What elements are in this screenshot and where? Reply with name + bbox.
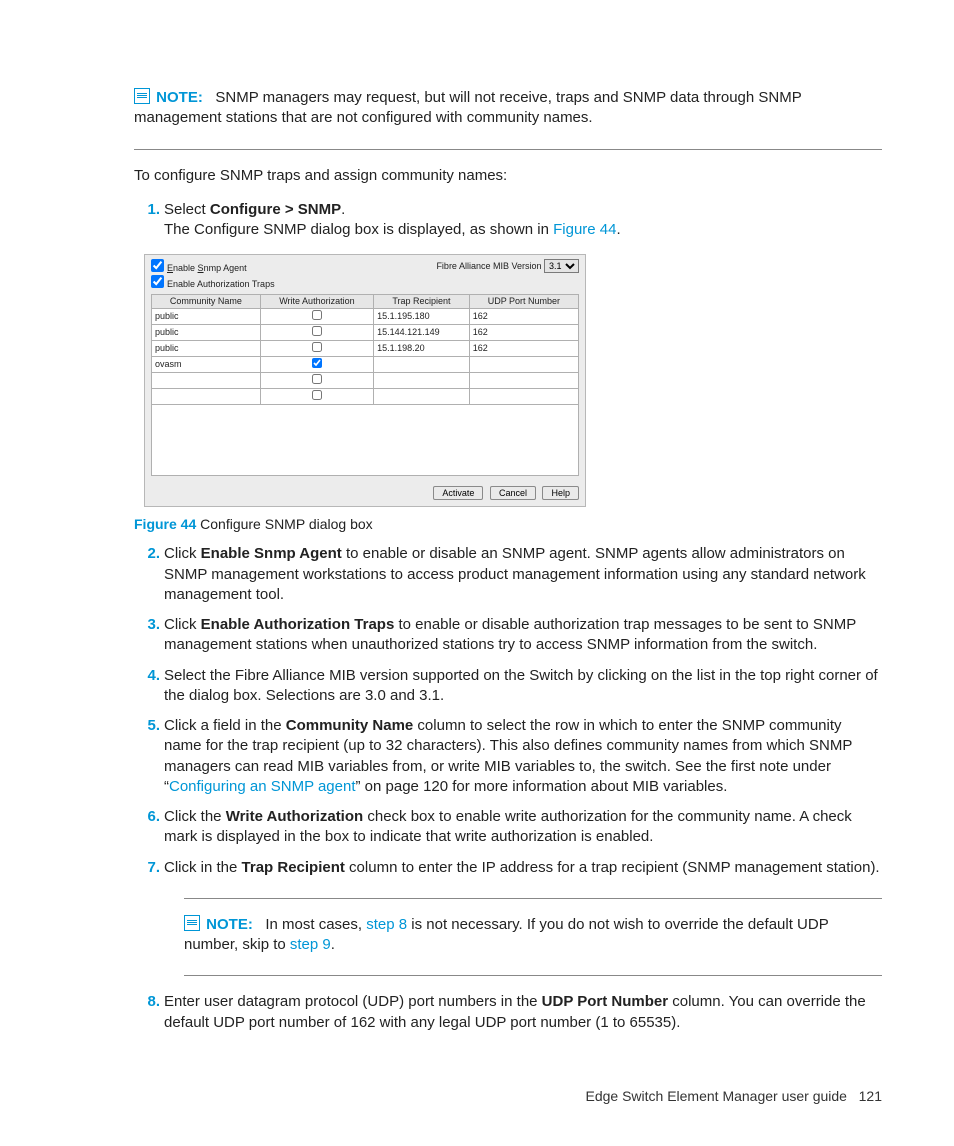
note-block-top: NOTE: SNMP managers may request, but wil… (134, 88, 882, 129)
note-label: NOTE: (156, 89, 203, 106)
step-2: 2. Click Enable Snmp Agent to enable or … (134, 544, 882, 605)
step-1: 1. Select Configure > SNMP. The Configur… (134, 200, 882, 241)
col-community-name: Community Name (152, 295, 261, 309)
col-udp-port: UDP Port Number (469, 295, 578, 309)
table-row[interactable] (152, 389, 579, 405)
note-text: SNMP managers may request, but will not … (134, 89, 801, 126)
figure-caption: Figure 44 Configure SNMP dialog box (134, 515, 882, 534)
table-row[interactable]: public15.144.121.149162 (152, 325, 579, 341)
page-footer: Edge Switch Element Manager user guide 1… (110, 1087, 882, 1106)
step-6: 6. Click the Write Authorization check b… (134, 807, 882, 848)
divider (184, 975, 882, 976)
step-5: 5. Click a field in the Community Name c… (134, 716, 882, 797)
table-row[interactable]: public15.1.195.180162 (152, 309, 579, 325)
step8-link[interactable]: step 8 (366, 916, 407, 933)
divider (134, 149, 882, 150)
table-row[interactable]: ovasm (152, 357, 579, 373)
cancel-button[interactable]: Cancel (490, 486, 536, 500)
step-8: 8. Enter user datagram protocol (UDP) po… (134, 992, 882, 1033)
col-trap-recipient: Trap Recipient (374, 295, 470, 309)
step-number: 1. (134, 200, 160, 220)
intro-text: To configure SNMP traps and assign commu… (134, 166, 882, 186)
enable-snmp-agent-checkbox[interactable]: EEnable Snmp Agentnable Snmp Agent (151, 259, 275, 275)
snmp-table: Community Name Write Authorization Trap … (151, 294, 579, 405)
step9-link[interactable]: step 9 (290, 936, 331, 953)
configuring-snmp-link[interactable]: Configuring an SNMP agent (169, 778, 356, 795)
figure-link[interactable]: Figure 44 (553, 221, 616, 238)
col-write-auth: Write Authorization (260, 295, 373, 309)
note-block-step8: NOTE: In most cases, step 8 is not neces… (184, 915, 882, 956)
activate-button[interactable]: Activate (433, 486, 483, 500)
step-3: 3. Click Enable Authorization Traps to e… (134, 615, 882, 656)
table-row[interactable] (152, 373, 579, 389)
step-7: 7. Click in the Trap Recipient column to… (134, 858, 882, 878)
mib-version-select[interactable]: Fibre Alliance MIB Version 3.1 (436, 259, 579, 273)
help-button[interactable]: Help (542, 486, 579, 500)
enable-auth-traps-checkbox[interactable]: Enable Authorization Traps (151, 275, 275, 291)
note-icon (184, 915, 200, 931)
step-4: 4. Select the Fibre Alliance MIB version… (134, 666, 882, 707)
table-row[interactable]: public15.1.198.20162 (152, 341, 579, 357)
divider (184, 898, 882, 899)
configure-snmp-dialog: EEnable Snmp Agentnable Snmp Agent Enabl… (144, 254, 586, 507)
note-icon (134, 88, 150, 104)
